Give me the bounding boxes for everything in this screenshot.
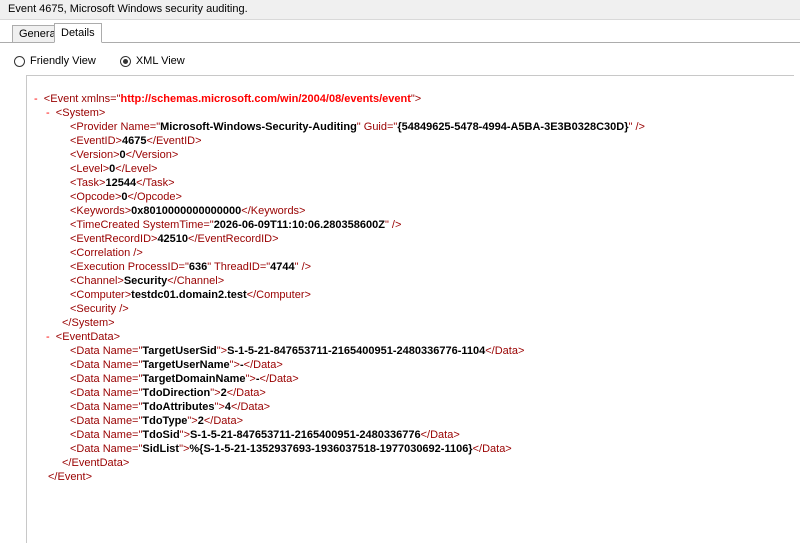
event-namespace: http://schemas.microsoft.com/win/2004/08… (120, 93, 411, 105)
data-value: S-1-5-21-847653711-2165400951-2480336776 (190, 429, 421, 441)
data-name-key: TdoAttributes (142, 401, 215, 413)
xml-data-row: <Data Name="TargetUserSid">S-1-5-21-8476… (70, 345, 525, 357)
data-name-key: TdoSid (142, 429, 180, 441)
xml-data-row: <Data Name="SidList">%{S-1-5-21-13529376… (70, 443, 512, 455)
collapse-eventdata-toggle[interactable]: - (46, 331, 50, 343)
data-name-key: TargetDomainName (142, 373, 246, 385)
xml-data-row: <Data Name="TargetDomainName">-</Data> (70, 373, 299, 385)
task-value: 12544 (105, 177, 137, 189)
channel-value: Security (123, 275, 168, 287)
xml-keywords: <Keywords>0x8010000000000000</Keywords> (70, 205, 306, 217)
computer-value: testdc01.domain2.test (131, 289, 247, 301)
collapse-system-toggle[interactable]: - (46, 107, 50, 119)
xml-event-open: - <Event xmlns="http://schemas.microsoft… (34, 93, 422, 105)
system-close-tag: System (71, 317, 109, 329)
xml-data-row: <Data Name="TdoAttributes">4</Data> (70, 401, 271, 413)
xml-level: <Level>0</Level> (70, 163, 158, 175)
xml-system-close: </System> (62, 317, 115, 329)
data-name-key: SidList (142, 443, 180, 455)
xml-view-panel: - <Event xmlns="http://schemas.microsoft… (26, 75, 794, 543)
xml-view-radio[interactable]: XML View (119, 55, 185, 67)
eventdata-close-tag: EventData (71, 457, 123, 469)
keywords-value: 0x8010000000000000 (131, 205, 242, 217)
xml-computer: <Computer>testdc01.domain2.test</Compute… (70, 289, 311, 301)
xml-version: <Version>0</Version> (70, 149, 179, 161)
tab-divider (0, 42, 800, 43)
event-record-id-value: 42510 (157, 233, 189, 245)
radio-unchecked-icon[interactable] (14, 55, 25, 67)
xml-system-open: - <System> (46, 107, 106, 119)
data-name-key: TdoDirection (142, 387, 211, 399)
radio-checked-icon[interactable] (119, 55, 131, 67)
xml-eventid: <EventID>4675</EventID> (70, 135, 202, 147)
xml-opcode: <Opcode>0</Opcode> (70, 191, 182, 203)
friendly-view-radio[interactable]: Friendly View (14, 55, 96, 67)
event-id-value: 4675 (121, 135, 147, 147)
xml-view-label: XML View (135, 55, 185, 67)
xml-eventrecordid: <EventRecordID>42510</EventRecordID> (70, 233, 279, 245)
system-tag: System (62, 107, 99, 119)
data-value: %{S-1-5-21-1352937693-1936037518-1977030… (189, 443, 473, 455)
xml-provider: <Provider Name="Microsoft-Windows-Securi… (70, 121, 645, 133)
eventdata-tag: EventData (62, 331, 114, 343)
thread-id-value: 4744 (270, 261, 295, 273)
xml-eventdata-close: </EventData> (62, 457, 130, 469)
xml-eventdata-open: - <EventData> (46, 331, 121, 343)
data-value: S-1-5-21-847653711-2165400951-2480336776… (227, 345, 486, 357)
provider-name: Microsoft-Windows-Security-Auditing (160, 121, 357, 133)
xml-event-close: </Event> (48, 471, 93, 483)
data-name-key: TargetUserSid (142, 345, 217, 357)
xml-security: <Security /> (70, 303, 129, 315)
xml-execution: <Execution ProcessID="636" ThreadID="474… (70, 261, 312, 273)
event-tag: Event xmlns (50, 93, 111, 105)
xml-task: <Task>12544</Task> (70, 177, 175, 189)
xml-timecreated: <TimeCreated SystemTime="2026-06-09T11:1… (70, 219, 402, 231)
friendly-view-label: Friendly View (30, 55, 96, 67)
xml-data-row: <Data Name="TargetUserName">-</Data> (70, 359, 283, 371)
xml-data-row: <Data Name="TdoDirection">2</Data> (70, 387, 266, 399)
window-title: Event 4675, Microsoft Windows security a… (0, 0, 800, 20)
collapse-event-toggle[interactable]: - (34, 93, 38, 105)
xml-data-row: <Data Name="TdoSid">S-1-5-21-847653711-2… (70, 429, 460, 441)
provider-guid: {54849625-5478-4994-A5BA-3E3B0328C30D} (397, 121, 629, 133)
xml-channel: <Channel>Security</Channel> (70, 275, 225, 287)
data-name-key: TdoType (142, 415, 188, 427)
process-id-value: 636 (188, 261, 208, 273)
data-name-key: TargetUserName (142, 359, 230, 371)
view-options: Friendly View XML View (14, 53, 209, 69)
time-created-value: 2026-06-09T11:10:06.280358600Z (213, 219, 385, 231)
xml-data-row: <Data Name="TdoType">2</Data> (70, 415, 244, 427)
tab-strip: General Details (0, 21, 800, 43)
tab-details[interactable]: Details (54, 23, 102, 43)
xml-correlation: <Correlation /> (70, 247, 143, 259)
